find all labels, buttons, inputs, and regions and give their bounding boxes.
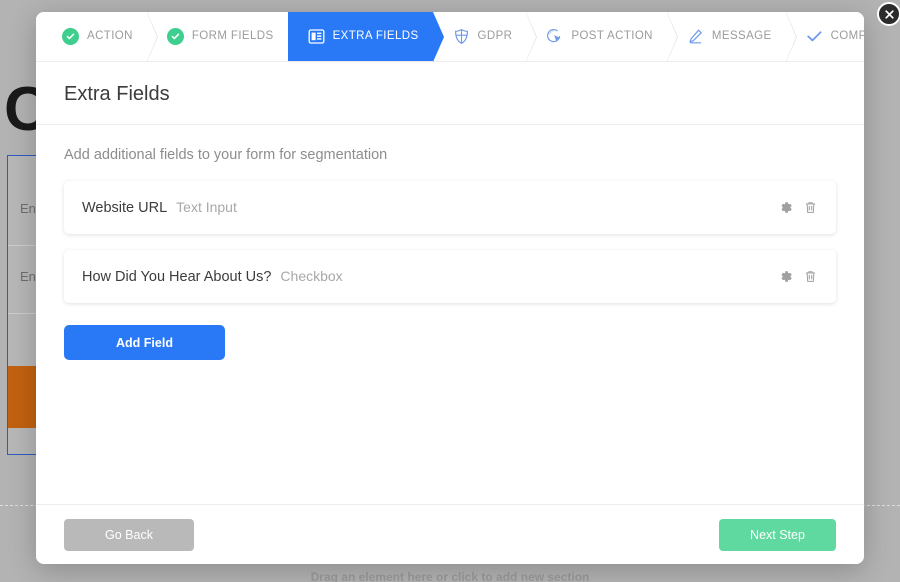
step-message[interactable]: MESSAGE	[666, 12, 797, 62]
form-layout-icon	[308, 28, 325, 45]
field-row-actions	[778, 269, 818, 284]
field-label: Website URL	[82, 200, 168, 216]
go-back-button[interactable]: Go Back	[64, 518, 194, 551]
trash-icon[interactable]	[803, 269, 818, 284]
gear-icon[interactable]	[778, 269, 793, 284]
shield-icon	[453, 28, 470, 45]
field-row-actions	[778, 200, 818, 215]
step-action[interactable]: ACTION	[36, 12, 158, 62]
modal-title-bar: Extra Fields	[36, 62, 864, 125]
gear-icon[interactable]	[778, 200, 793, 215]
step-label: COMPLETE	[830, 29, 864, 42]
check-circle-icon	[166, 28, 184, 45]
field-type: Text Input	[176, 199, 237, 215]
wizard-step-nav: ACTION FORM FIELDS EXTRA FIELDS GDPR POS…	[36, 12, 864, 62]
step-post-action[interactable]: POST ACTION	[526, 12, 678, 62]
wizard-modal: ACTION FORM FIELDS EXTRA FIELDS GDPR POS…	[36, 12, 864, 564]
step-label: GDPR	[477, 29, 513, 42]
step-label: POST ACTION	[571, 29, 653, 42]
step-extra-fields[interactable]: EXTRA FIELDS	[287, 12, 444, 62]
next-step-button[interactable]: Next Step	[719, 518, 836, 551]
check-circle-icon	[62, 28, 79, 45]
field-type: Checkbox	[280, 268, 343, 284]
modal-footer: Go Back Next Step	[36, 504, 864, 564]
modal-body: Add additional fields to your form for s…	[36, 125, 864, 504]
field-label: How Did You Hear About Us?	[82, 269, 272, 285]
close-icon[interactable]	[877, 2, 900, 26]
add-field-button[interactable]: Add Field	[64, 325, 225, 360]
step-label: EXTRA FIELDS	[332, 29, 419, 42]
pencil-icon	[687, 28, 704, 45]
field-row-website-url[interactable]: Website URL Text Input	[64, 181, 836, 234]
step-label: MESSAGE	[711, 29, 772, 42]
field-row-info: How Did You Hear About Us? Checkbox	[82, 268, 343, 285]
field-row-how-did-you-hear[interactable]: How Did You Hear About Us? Checkbox	[64, 250, 836, 303]
trash-icon[interactable]	[803, 200, 818, 215]
cursor-click-icon	[546, 28, 563, 45]
step-gdpr[interactable]: GDPR	[432, 12, 538, 62]
step-form-fields[interactable]: FORM FIELDS	[146, 12, 299, 62]
step-label: ACTION	[87, 29, 133, 42]
background-drop-hint: Drag an element here or click to add new…	[310, 570, 590, 582]
step-label: FORM FIELDS	[191, 29, 274, 42]
step-complete[interactable]: COMPLETE	[785, 12, 864, 61]
field-row-info: Website URL Text Input	[82, 199, 237, 216]
section-subtitle: Add additional fields to your form for s…	[64, 147, 388, 163]
page-title: Extra Fields	[64, 83, 170, 105]
checkmark-icon	[806, 28, 823, 45]
